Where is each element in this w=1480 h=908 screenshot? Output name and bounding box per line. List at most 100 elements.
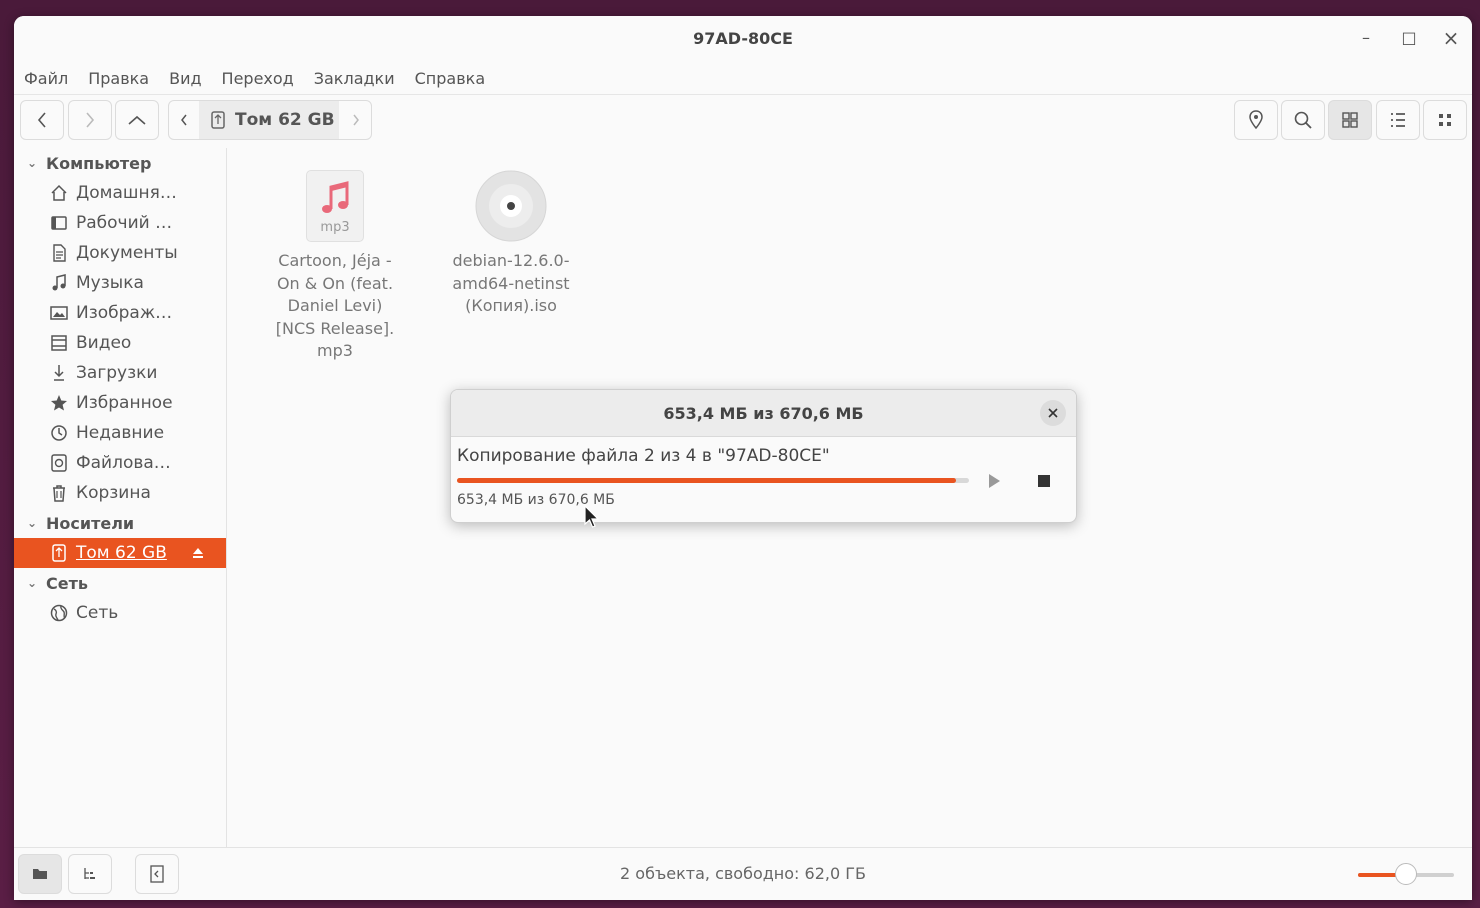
- usb-drive-icon: [48, 542, 70, 564]
- sidebar-item-desktop[interactable]: Рабочий …: [14, 208, 226, 238]
- toolbar: Том 62 GB: [14, 96, 1472, 149]
- dialog-close-button[interactable]: [1040, 400, 1066, 426]
- file-name-line: [NCS Release].: [275, 318, 395, 338]
- sidebar-item-trash[interactable]: Корзина: [14, 478, 226, 508]
- network-icon: [48, 602, 70, 624]
- sidebar-header-label: Носители: [46, 513, 135, 533]
- minimize-button[interactable]: –: [1354, 26, 1378, 50]
- eject-icon: [193, 548, 203, 558]
- title-bar[interactable]: 97AD-80CE – □ ×: [14, 16, 1472, 60]
- mouse-cursor-icon: [584, 505, 600, 528]
- path-segment-label: Том 62 GB: [235, 110, 335, 130]
- sidebar-item-network[interactable]: Сеть: [14, 598, 226, 628]
- download-icon: [48, 362, 70, 384]
- file-item-iso[interactable]: debian-12.6.0- amd64-netinst (Копия).iso: [436, 170, 586, 318]
- copy-message: Копирование файла 2 из 4 в "97AD-80CE": [457, 446, 830, 466]
- sidebar-item-pictures[interactable]: Изображ…: [14, 298, 226, 328]
- search-icon: [1294, 111, 1312, 129]
- sidebar-item-label: Файлова…: [76, 453, 171, 473]
- menu-go[interactable]: Переход: [222, 69, 294, 88]
- grid-view-icon: [1342, 112, 1358, 128]
- file-type-label: mp3: [320, 220, 350, 235]
- forward-button[interactable]: [68, 100, 112, 140]
- sidebar-header-label: Компьютер: [46, 153, 152, 173]
- window-title: 97AD-80CE: [693, 28, 793, 48]
- disc-image-icon: [475, 170, 547, 242]
- sidebar-item-label: Рабочий …: [76, 213, 173, 233]
- file-item-mp3[interactable]: mp3 Cartoon, Jéja - On & On (feat. Danie…: [260, 170, 410, 363]
- desktop-icon: [48, 212, 70, 234]
- dialog-header: 653,4 МБ из 670,6 МБ: [451, 390, 1076, 437]
- chevron-left-icon: [181, 114, 187, 126]
- list-view-icon: [1391, 113, 1405, 127]
- sidebar-item-starred[interactable]: Избранное: [14, 388, 226, 418]
- sidebar: ⌄ Компьютер Домашня… Рабочий … Документы…: [14, 148, 227, 848]
- maximize-button[interactable]: □: [1397, 26, 1421, 50]
- clock-icon: [48, 422, 70, 444]
- copy-progress-bar: [457, 478, 969, 483]
- search-button[interactable]: [1281, 100, 1325, 140]
- sidebar-item-filesystem[interactable]: Файлова…: [14, 448, 226, 478]
- chevron-up-icon: [128, 115, 146, 125]
- sidebar-item-volume[interactable]: Том 62 GB: [14, 538, 226, 568]
- audio-file-icon: mp3: [306, 170, 364, 242]
- path-scroll-right-button[interactable]: [341, 101, 371, 139]
- location-button[interactable]: [1234, 100, 1278, 140]
- sidebar-item-videos[interactable]: Видео: [14, 328, 226, 358]
- sidebar-item-music[interactable]: Музыка: [14, 268, 226, 298]
- sidebar-header-computer[interactable]: ⌄ Компьютер: [14, 148, 151, 178]
- menu-bar: Файл Правка Вид Переход Закладки Справка: [14, 62, 1472, 95]
- tree-view-button[interactable]: [68, 854, 112, 894]
- status-bar: 2 объекта, свободно: 62,0 ГБ: [14, 847, 1472, 900]
- file-name-line: debian-12.6.0-: [452, 251, 570, 270]
- stop-button[interactable]: [1029, 466, 1059, 496]
- sidebar-item-label: Загрузки: [76, 363, 158, 383]
- resume-button[interactable]: [979, 466, 1009, 496]
- menu-help[interactable]: Справка: [415, 69, 486, 88]
- sidebar-item-documents[interactable]: Документы: [14, 238, 226, 268]
- file-name-line: On & On (feat.: [276, 273, 394, 293]
- grid-view-button[interactable]: [1328, 100, 1372, 140]
- back-button[interactable]: [20, 100, 64, 140]
- copy-progress-fill: [457, 478, 956, 483]
- zoom-slider[interactable]: [1358, 863, 1454, 885]
- sidebar-header-devices[interactable]: ⌄ Носители: [14, 508, 134, 538]
- sidebar-collapse-icon: [150, 865, 164, 883]
- menu-file[interactable]: Файл: [24, 69, 68, 88]
- toggle-sidebar-button[interactable]: [135, 854, 179, 894]
- sidebar-item-label: Документы: [76, 243, 178, 263]
- sidebar-item-label: Сеть: [76, 603, 119, 623]
- list-view-button[interactable]: [1376, 100, 1420, 140]
- chevron-right-icon: [86, 112, 95, 128]
- sidebar-item-home[interactable]: Домашня…: [14, 178, 226, 208]
- zoom-slider-handle[interactable]: [1395, 863, 1417, 885]
- path-scroll-left-button[interactable]: [169, 101, 199, 139]
- sidebar-item-label: Недавние: [76, 423, 165, 443]
- status-text: 2 объекта, свободно: 62,0 ГБ: [620, 864, 866, 883]
- view-options-icon: [1439, 114, 1451, 126]
- sidebar-item-recent[interactable]: Недавние: [14, 418, 226, 448]
- menu-bookmarks[interactable]: Закладки: [314, 69, 395, 88]
- sidebar-header-network[interactable]: ⌄ Сеть: [14, 568, 88, 598]
- close-button[interactable]: ×: [1439, 26, 1463, 50]
- sidebar-item-label: Музыка: [76, 273, 144, 293]
- tree-view-icon: [84, 868, 95, 879]
- video-icon: [48, 332, 70, 354]
- eject-button[interactable]: [188, 543, 208, 563]
- parent-folder-button[interactable]: [115, 100, 159, 140]
- sidebar-item-downloads[interactable]: Загрузки: [14, 358, 226, 388]
- places-sidebar-button[interactable]: [18, 854, 62, 894]
- filesystem-icon: [48, 452, 70, 474]
- path-segment-volume[interactable]: Том 62 GB: [199, 101, 339, 139]
- chevron-down-icon: ⌄: [26, 516, 38, 530]
- location-pin-icon: [1249, 110, 1263, 130]
- menu-edit[interactable]: Правка: [88, 69, 149, 88]
- path-bar: Том 62 GB: [168, 100, 372, 140]
- chevron-right-icon: [353, 114, 359, 126]
- menu-view[interactable]: Вид: [169, 69, 201, 88]
- sidebar-item-label: Избранное: [76, 393, 173, 413]
- view-options-button[interactable]: [1423, 100, 1467, 140]
- file-name-line: (Копия).iso: [465, 296, 557, 315]
- file-name: Cartoon, Jéja - On & On (feat. Daniel Le…: [260, 250, 410, 363]
- file-name: debian-12.6.0- amd64-netinst (Копия).iso: [436, 250, 586, 318]
